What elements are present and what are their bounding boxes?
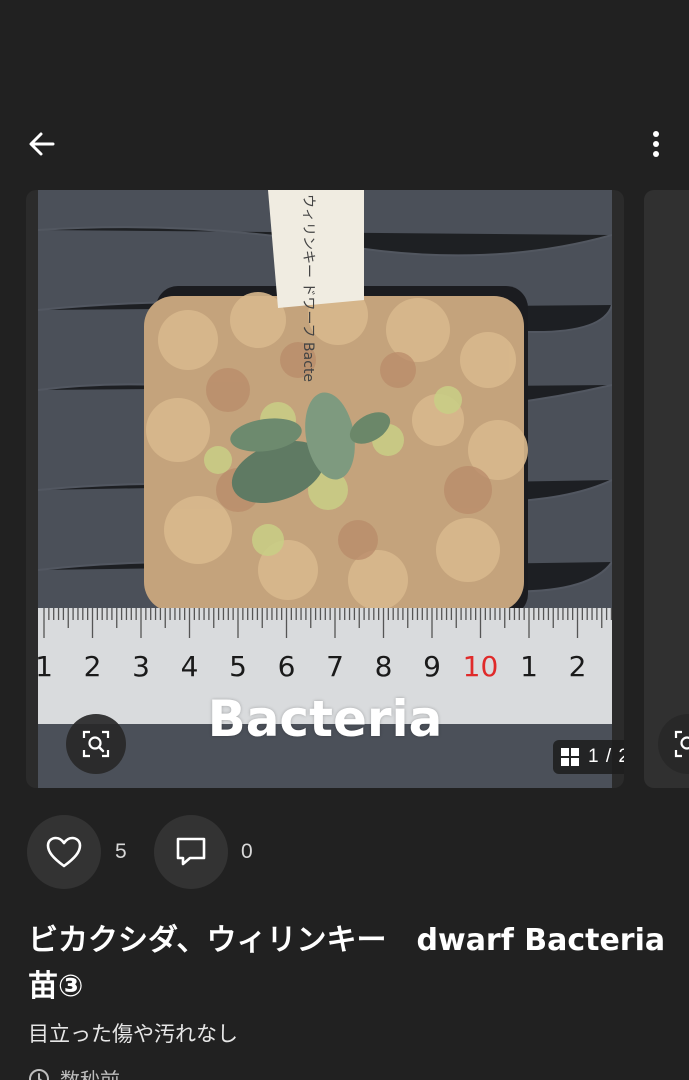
more-vertical-icon <box>653 131 659 157</box>
back-button[interactable] <box>22 124 62 164</box>
ruler-number: 9 <box>423 650 441 683</box>
comment-icon <box>176 837 206 866</box>
comment-button[interactable] <box>154 815 228 889</box>
posted-time: 数秒前 <box>60 1068 120 1080</box>
image-search-icon <box>82 730 110 758</box>
page-indicator-text: 1 / 2 <box>588 746 624 767</box>
ruler-number: 4 <box>181 650 199 683</box>
ruler-number: 3 <box>132 650 150 683</box>
ruler-number: 7 <box>326 650 344 683</box>
image-carousel[interactable]: ウィリンキー ドワーフ Bacte 1 2 3 4 5 6 7 8 9 10 1 2 Bacteria <box>0 190 689 788</box>
next-photo-card[interactable] <box>644 190 689 788</box>
ruler-number: 2 <box>569 650 587 683</box>
item-condition: 目立った傷や汚れなし <box>28 1022 238 1046</box>
top-bar <box>0 110 689 180</box>
ruler-number: 10 <box>463 650 499 683</box>
ruler-number: 5 <box>229 650 247 683</box>
page-indicator: 1 / 2 <box>553 740 624 774</box>
ruler-number: 1 <box>38 650 53 683</box>
like-button[interactable] <box>27 815 101 889</box>
more-options-button[interactable] <box>641 124 671 164</box>
arrow-left-icon <box>29 132 55 156</box>
action-row: 5 0 <box>0 815 689 889</box>
image-search-button[interactable] <box>66 714 126 774</box>
item-detail-screen: ウィリンキー ドワーフ Bacte 1 2 3 4 5 6 7 8 9 10 1 2 Bacteria <box>0 0 689 1080</box>
ruler-number: 6 <box>278 650 296 683</box>
clock-icon <box>29 1068 49 1080</box>
tag-text: ウィリンキー ドワーフ Bacte <box>300 194 316 382</box>
product-photo[interactable]: ウィリンキー ドワーフ Bacte 1 2 3 4 5 6 7 8 9 10 1 2 Bacteria <box>38 190 612 788</box>
ruler-number: 8 <box>375 650 393 683</box>
comment-count: 0 <box>241 840 253 863</box>
posted-time-row: 数秒前 <box>28 1064 120 1080</box>
ruler-number: 2 <box>84 650 102 683</box>
like-count: 5 <box>115 840 127 863</box>
photo-card[interactable]: ウィリンキー ドワーフ Bacte 1 2 3 4 5 6 7 8 9 10 1 2 Bacteria <box>26 190 624 788</box>
ruler-number: 1 <box>520 650 538 683</box>
listing-title: ビカクシダ、ウィリンキー dwarf Bacteria苗③ <box>28 923 666 1004</box>
heart-icon <box>46 836 82 868</box>
image-search-icon <box>674 730 689 758</box>
grid-icon <box>561 748 579 766</box>
